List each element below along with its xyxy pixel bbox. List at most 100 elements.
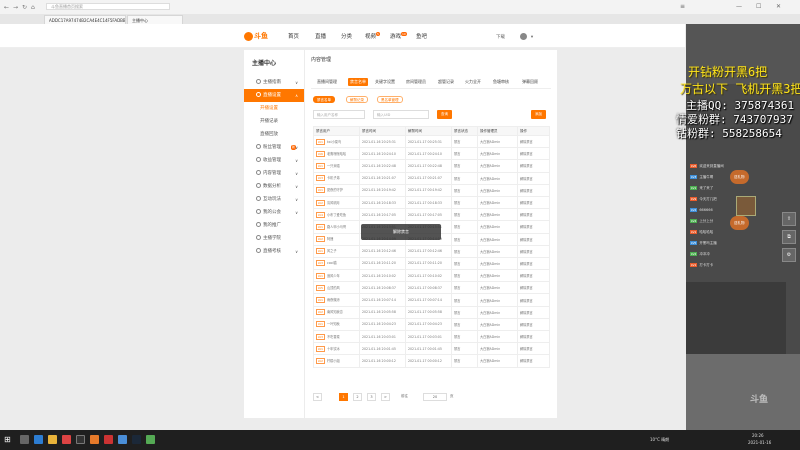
page-button[interactable]: 2 bbox=[353, 393, 362, 401]
home-icon[interactable]: ⌂ bbox=[31, 4, 35, 11]
close-icon[interactable]: ✕ bbox=[776, 3, 781, 10]
sidebar-subitem[interactable]: 直播回放 bbox=[244, 128, 304, 141]
browser-tab-active[interactable]: 主播中心 bbox=[127, 15, 183, 24]
sidebar-item[interactable]: 主播指南 ∨ bbox=[244, 76, 304, 89]
unban-link[interactable]: 解除禁言 bbox=[517, 171, 550, 185]
nav-item[interactable]: 首页 bbox=[288, 32, 299, 40]
menu-item-icon bbox=[256, 248, 261, 253]
sidebar-subitem[interactable]: 开播记录 bbox=[244, 115, 304, 128]
douyu-app-icon[interactable] bbox=[90, 435, 99, 444]
sidebar-item[interactable]: 数据分析 ∨ bbox=[244, 180, 304, 193]
unban-link[interactable]: 解除禁言 bbox=[517, 244, 550, 258]
user-area[interactable]: 下载 ▾ bbox=[496, 33, 533, 40]
unban-link[interactable]: 解除禁言 bbox=[517, 232, 550, 246]
chat-message: LV2 666666 bbox=[690, 208, 713, 213]
unban-link[interactable]: 解除禁言 bbox=[517, 293, 550, 307]
unban-link[interactable]: 解除禁言 bbox=[517, 305, 550, 319]
uid-input[interactable]: 输入UID bbox=[373, 110, 429, 119]
nav-item-label: 视频 bbox=[365, 34, 377, 40]
level-badge: LV1 bbox=[316, 187, 325, 194]
unban-link[interactable]: 解除禁言 bbox=[517, 208, 550, 222]
nickname-input[interactable]: 输入用户名称 bbox=[313, 110, 365, 119]
folder-icon[interactable] bbox=[48, 435, 57, 444]
menu-icon[interactable]: ≡ bbox=[680, 3, 685, 10]
sub-tab[interactable]: 直播间管理 bbox=[317, 79, 337, 85]
unban-link[interactable]: 解除禁言 bbox=[517, 220, 550, 234]
minimize-icon[interactable]: — bbox=[736, 3, 742, 10]
sidebar-item[interactable]: 我的推广 bbox=[244, 219, 304, 232]
search-button[interactable]: 查询 bbox=[437, 110, 452, 119]
sub-tab[interactable]: 禁言名单 bbox=[348, 78, 368, 86]
sub-tab[interactable]: 房间管理员 bbox=[406, 79, 426, 85]
sub-tab[interactable]: 火力全开 bbox=[465, 79, 481, 85]
unban-link[interactable]: 解除禁言 bbox=[517, 269, 550, 283]
sub-tab[interactable]: 弹幕回顾 bbox=[522, 79, 538, 85]
sidebar-item[interactable]: 收益管理 ∨ bbox=[244, 154, 304, 167]
unban-link[interactable]: 解除禁言 bbox=[517, 256, 550, 271]
unban-link[interactable]: 解除禁言 bbox=[517, 342, 550, 356]
app-icon-5[interactable] bbox=[118, 435, 127, 444]
filter-pill[interactable]: 解禁记录 bbox=[346, 96, 368, 103]
app-icon-2[interactable] bbox=[62, 435, 71, 444]
search-icon[interactable] bbox=[20, 435, 29, 444]
windows-start-icon[interactable]: ⊞ bbox=[4, 435, 13, 444]
sidebar-item[interactable]: 我的公会 ∨ bbox=[244, 206, 304, 219]
app-icon-4[interactable] bbox=[104, 435, 113, 444]
sidebar-item[interactable]: 互动玩法 ∨ bbox=[244, 193, 304, 206]
steam-icon[interactable] bbox=[132, 435, 141, 444]
unban-link[interactable]: 解除禁言 bbox=[517, 159, 550, 173]
nav-item[interactable]: 鱼吧 bbox=[416, 32, 427, 40]
forward-icon[interactable]: → bbox=[13, 4, 18, 11]
sub-tab[interactable]: 超管记录 bbox=[438, 79, 454, 85]
gift-button[interactable]: 送礼物 bbox=[730, 170, 749, 184]
app-icon-6[interactable] bbox=[146, 435, 155, 444]
page-jump-input[interactable]: 20 bbox=[423, 393, 447, 401]
prev-page-button[interactable]: < bbox=[313, 393, 322, 401]
unban-link[interactable]: 解除禁言 bbox=[517, 147, 550, 161]
sub-tab[interactable]: 关键字设置 bbox=[375, 79, 395, 85]
unban-link[interactable]: 解除禁言 bbox=[517, 329, 550, 344]
user-cell: LV2 阿狸 bbox=[313, 232, 360, 246]
filter-pill[interactable]: 禁言名单 bbox=[313, 96, 335, 103]
nav-item[interactable]: 游戏10 bbox=[390, 32, 407, 40]
share-icon[interactable]: ⇪ bbox=[782, 212, 796, 226]
copy-icon[interactable]: ⧉ bbox=[782, 230, 796, 244]
douyu-logo[interactable]: 斗鱼 bbox=[244, 31, 278, 41]
sidebar-item[interactable]: 直播设置 ∧ bbox=[244, 89, 304, 102]
nav-item[interactable]: 直播 bbox=[315, 32, 326, 40]
download-label[interactable]: 下载 bbox=[496, 35, 505, 40]
next-page-button[interactable]: > bbox=[381, 393, 390, 401]
maximize-icon[interactable]: ☐ bbox=[756, 3, 761, 10]
filter-pill[interactable]: 黑名单管理 bbox=[377, 96, 403, 103]
chat-level-badge: LV1 bbox=[690, 263, 698, 267]
app-icon-1[interactable] bbox=[34, 435, 43, 444]
sidebar-item[interactable]: 粉丝管理新 ∨ bbox=[244, 141, 304, 154]
sub-tab[interactable]: 鱼塘审核 bbox=[493, 79, 509, 85]
admin-cell: 大白狼ADmin bbox=[477, 244, 518, 258]
sidebar-item[interactable]: 主播学院 bbox=[244, 232, 304, 245]
back-icon[interactable]: ← bbox=[4, 4, 9, 11]
page-button[interactable]: 1 bbox=[339, 393, 348, 401]
unban-link[interactable]: 解除禁言 bbox=[517, 134, 550, 149]
column-header: 解禁时间 bbox=[405, 126, 452, 136]
sidebar-subitem[interactable]: 开播设置 bbox=[244, 102, 304, 115]
page-button[interactable]: 3 bbox=[367, 393, 376, 401]
unban-link[interactable]: 解除禁言 bbox=[517, 281, 550, 295]
nav-item[interactable]: 视频5 bbox=[365, 32, 380, 40]
sidebar-item[interactable]: 内容管理 ∨ bbox=[244, 167, 304, 180]
unban-link[interactable]: 解除禁言 bbox=[517, 195, 550, 210]
sidebar-item[interactable]: 直播考核 ∨ bbox=[244, 245, 304, 258]
settings-icon[interactable]: ⚙ bbox=[782, 248, 796, 262]
avatar[interactable] bbox=[520, 33, 528, 40]
address-bar[interactable]: 斗鱼直播首页搜索 bbox=[46, 3, 170, 10]
unban-link[interactable]: 解除禁言 bbox=[517, 183, 550, 197]
sidebar: 主播中心 主播指南 ∨ 直播设置 ∧ 开播设置 开播记录 直播回放 粉丝管理新 ∨ 收益管理 ∨ 内容… bbox=[244, 50, 304, 418]
app-icon-3[interactable] bbox=[76, 435, 85, 444]
browser-tab[interactable]: ADDC17A97474B2CA4E4C14F5FADBB58DD bbox=[44, 15, 126, 24]
unban-link[interactable]: 解除禁言 bbox=[517, 317, 550, 332]
unban-link[interactable]: 解除禁言 bbox=[517, 354, 550, 368]
reload-icon[interactable]: ↻ bbox=[22, 4, 27, 11]
nav-item[interactable]: 分类 bbox=[341, 32, 352, 40]
add-button[interactable]: 添加 bbox=[531, 110, 546, 119]
gift-button-2[interactable]: 送礼物 bbox=[730, 216, 749, 230]
